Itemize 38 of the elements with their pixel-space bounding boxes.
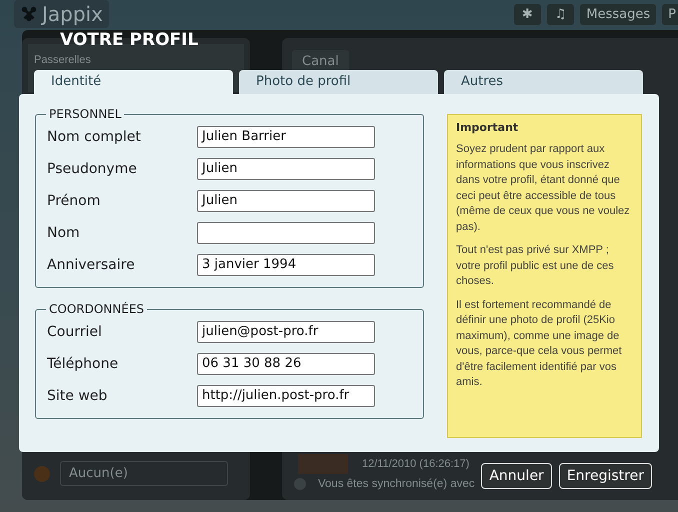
toolbar-button[interactable]: ✱ [514,4,541,24]
notice-text: Tout n'est pas privé sur XMPP ; votre profil public est une de ces choses. [456,243,615,289]
field-label: Site web [47,388,108,404]
notice-title: Important [456,121,520,134]
input-field[interactable]: 06 31 30 88 26 [197,353,375,375]
dialog-button[interactable]: Enregistrer [558,463,652,489]
input-field[interactable]: Julien [197,158,375,180]
presence-select[interactable]: Aucun(e) [60,461,228,486]
notice-text: Il est fortement recommandé de définir une photo de profil (25Kio maximum), comme une image de vous, parce-que cela vous permet d'être facilement identifié par vos amis. [456,298,623,390]
dialog-button[interactable]: Annuler [481,463,552,489]
toolbar-button[interactable]: P [662,4,678,24]
field-label: Anniversaire [47,257,136,273]
field-label: Prénom [47,193,102,209]
section-title: Passerelles [34,54,91,66]
fieldset-legend: PERSONNEL [46,107,124,121]
tab[interactable]: Identité [34,70,233,94]
toolbar-button[interactable]: Messages [580,4,656,24]
tab[interactable]: Photo de profil [239,70,438,94]
field-label: Téléphone [47,356,120,372]
field-label: Nom complet [47,129,142,145]
dialog-title: VOTRE PROFIL [60,30,198,50]
timestamp: 12/11/2010 (16:26:17) [362,458,470,470]
input-field[interactable]: http://julien.post-pro.fr [197,385,375,407]
status-text: Vous êtes synchronisé(e) avec [318,478,475,490]
fieldset-legend: COORDONNÉES [46,302,148,316]
presence-icon [34,466,50,482]
field-label: Nom [47,225,81,241]
tab[interactable]: Autres [444,70,643,94]
input-field[interactable]: 3 janvier 1994 [197,254,375,276]
app-logo[interactable]: Jappix [14,0,109,28]
input-field[interactable] [197,222,375,244]
input-field[interactable]: Julien Barrier [197,126,375,148]
notice-text: Soyez prudent par rapport aux informations que vous inscrivez dans votre profil, étant donné que ceci peut être accessible de tous (même de ceux que vous ne voulez pas). [456,142,631,234]
toolbar-button[interactable]: ♫ [546,4,574,24]
input-field[interactable]: Julien [197,190,375,212]
input-field[interactable]: julien@post-pro.fr [197,321,375,343]
field-label: Courriel [47,324,103,340]
field-label: Pseudonyme [47,161,138,177]
